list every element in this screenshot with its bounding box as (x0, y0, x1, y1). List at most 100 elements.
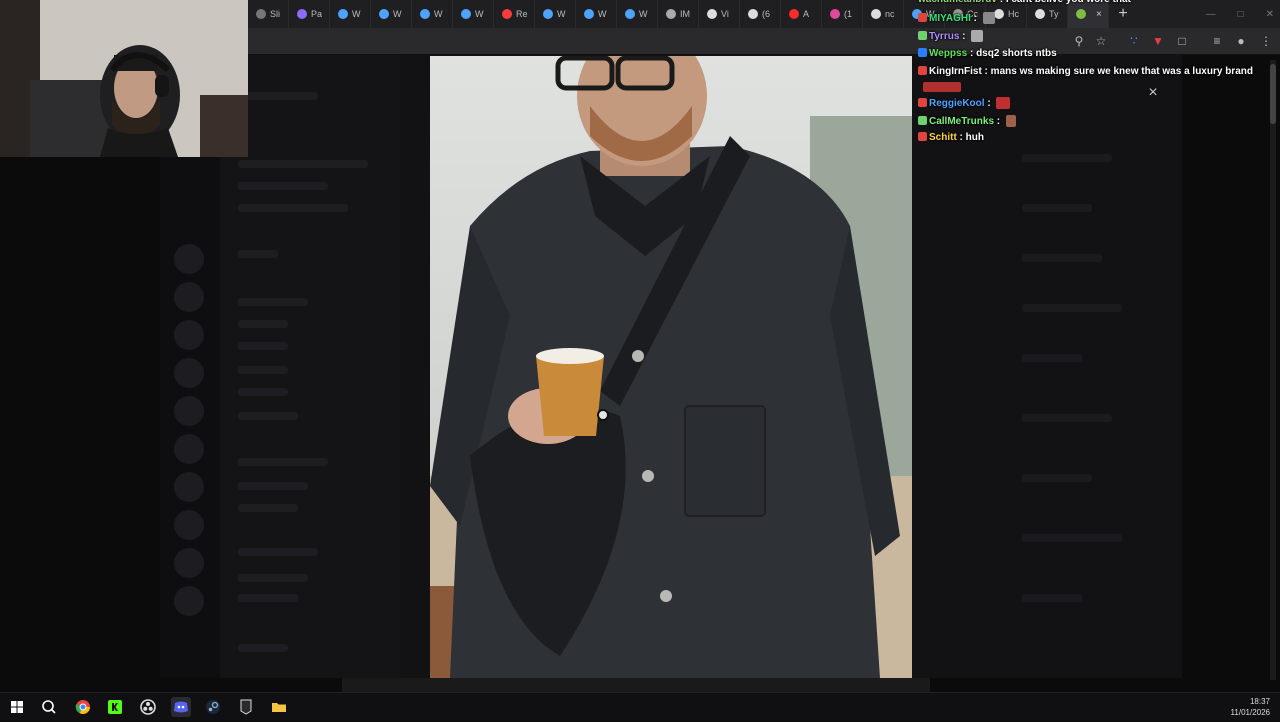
tab-label: W (639, 9, 648, 19)
tab-label: (1 (844, 9, 853, 19)
tab-label: Pa (311, 9, 323, 19)
chat-badge-icon (918, 48, 927, 57)
browser-tab[interactable]: Sli (248, 0, 289, 28)
tab-label: Vi (721, 9, 729, 19)
chat-message: KingIrnFist : mans ws making sure we kne… (918, 66, 1253, 77)
tab-favicon-icon (256, 9, 266, 19)
chat-text: huh (965, 132, 984, 143)
chat-message: wachumeanbruv : I cant belive you wore t… (918, 0, 1131, 5)
tab-favicon-icon (830, 9, 840, 19)
taskbar: 18:37 11/01/2026 (0, 692, 1280, 721)
fullscreen-image-viewer[interactable] (430, 56, 912, 678)
browser-tab[interactable]: W (617, 0, 658, 28)
browser-tab[interactable]: (6 (740, 0, 781, 28)
browser-tab[interactable]: W (453, 0, 494, 28)
chat-badge-icon (918, 31, 927, 40)
chat-message: MIYAGHI : (918, 12, 995, 24)
browser-tab[interactable]: Re (494, 0, 535, 28)
tab-favicon-icon (502, 9, 512, 19)
browser-tab[interactable]: W (371, 0, 412, 28)
chat-text: I cant belive you wore that (1006, 0, 1131, 5)
clock-time: 18:37 (1249, 697, 1270, 706)
chat-username[interactable]: Schitt (929, 132, 957, 143)
system-clock[interactable]: 18:37 11/01/2026 (1231, 696, 1270, 718)
chat-message: CallMeTrunks : (918, 115, 1016, 127)
chat-text: mans ws making sure we knew that was a l… (990, 66, 1253, 77)
browser-tab[interactable]: W (576, 0, 617, 28)
chat-username[interactable]: KingIrnFist (929, 66, 982, 77)
chat-separator: : (984, 98, 994, 109)
chat-emote-icon (923, 82, 961, 92)
chat-username[interactable]: MIYAGHI (929, 13, 971, 24)
chat-badge-icon (918, 116, 927, 125)
chat-username[interactable]: Tyrrus (929, 31, 959, 42)
tab-label: (6 (762, 9, 771, 19)
chat-username[interactable]: ReggieKool (929, 98, 985, 109)
scrollbar[interactable] (1270, 60, 1276, 680)
chat-overlay: wachumeanbruv : I cant belive you wore t… (914, 0, 1280, 150)
chat-message: ReggieKool : (918, 97, 1011, 109)
tab-favicon-icon (461, 9, 471, 19)
tab-favicon-icon (543, 9, 553, 19)
chat-emote-icon (982, 12, 995, 24)
browser-tab[interactable]: Vi (699, 0, 740, 28)
discord-icon[interactable] (171, 697, 191, 717)
steam-icon[interactable] (203, 697, 223, 717)
chat-text: dsq2 shorts ntbs (976, 48, 1057, 59)
epic-games-icon[interactable] (236, 697, 256, 717)
browser-tab[interactable]: (1 (822, 0, 863, 28)
obs-icon[interactable] (138, 697, 158, 717)
tab-label: A (803, 9, 810, 19)
chat-badge-icon (918, 98, 927, 107)
chat-badge-icon (918, 132, 927, 141)
browser-tab[interactable]: Pa (289, 0, 330, 28)
tab-label: W (352, 9, 361, 19)
tab-favicon-icon (789, 9, 799, 19)
tab-favicon-icon (625, 9, 635, 19)
chat-emote-icon (1005, 115, 1016, 127)
tab-favicon-icon (338, 9, 348, 19)
tab-label: W (557, 9, 566, 19)
search-icon[interactable] (39, 697, 59, 717)
browser-tab[interactable]: nc (863, 0, 904, 28)
clock-date: 11/01/2026 (1230, 708, 1270, 717)
chat-separator: : (994, 116, 1003, 127)
tab-favicon-icon (379, 9, 389, 19)
tab-favicon-icon (420, 9, 430, 19)
tab-label: IM (680, 9, 690, 19)
chat-badge-icon (918, 66, 927, 75)
chat-emote-icon (996, 97, 1011, 109)
tab-favicon-icon (748, 9, 758, 19)
browser-tab[interactable]: A (781, 0, 822, 28)
chat-emote-icon (971, 30, 984, 42)
chat-separator: : (959, 31, 969, 42)
tab-label: W (393, 9, 402, 19)
chrome-icon[interactable] (73, 697, 93, 717)
chat-username[interactable]: wachumeanbruv (918, 0, 997, 5)
browser-tab[interactable]: IM (658, 0, 699, 28)
tab-favicon-icon (297, 9, 307, 19)
chat-separator: : (997, 0, 1006, 5)
video-filmstrip (342, 678, 930, 692)
tab-favicon-icon (666, 9, 676, 19)
tab-label: W (598, 9, 607, 19)
tab-label: W (475, 9, 484, 19)
webcam-feed (0, 0, 248, 157)
browser-tab[interactable]: W (535, 0, 576, 28)
tab-label: W (434, 9, 443, 19)
browser-tab[interactable]: W (412, 0, 453, 28)
chat-username[interactable]: CallMeTrunks (929, 116, 994, 127)
chat-separator: : (970, 13, 980, 24)
chat-badge-icon (918, 13, 927, 22)
tab-label: Re (516, 9, 528, 19)
chat-message: Tyrrus : (918, 30, 984, 42)
chat-separator: : (981, 66, 991, 77)
chat-separator: : (956, 132, 966, 143)
browser-tab[interactable]: W (330, 0, 371, 28)
tab-favicon-icon (707, 9, 717, 19)
kick-app-icon[interactable] (105, 697, 125, 717)
file-explorer-icon[interactable] (269, 697, 289, 717)
windows-start-icon[interactable] (7, 697, 27, 717)
chat-username[interactable]: Weppss (929, 48, 967, 59)
chat-message: Schitt : huh (918, 132, 984, 143)
